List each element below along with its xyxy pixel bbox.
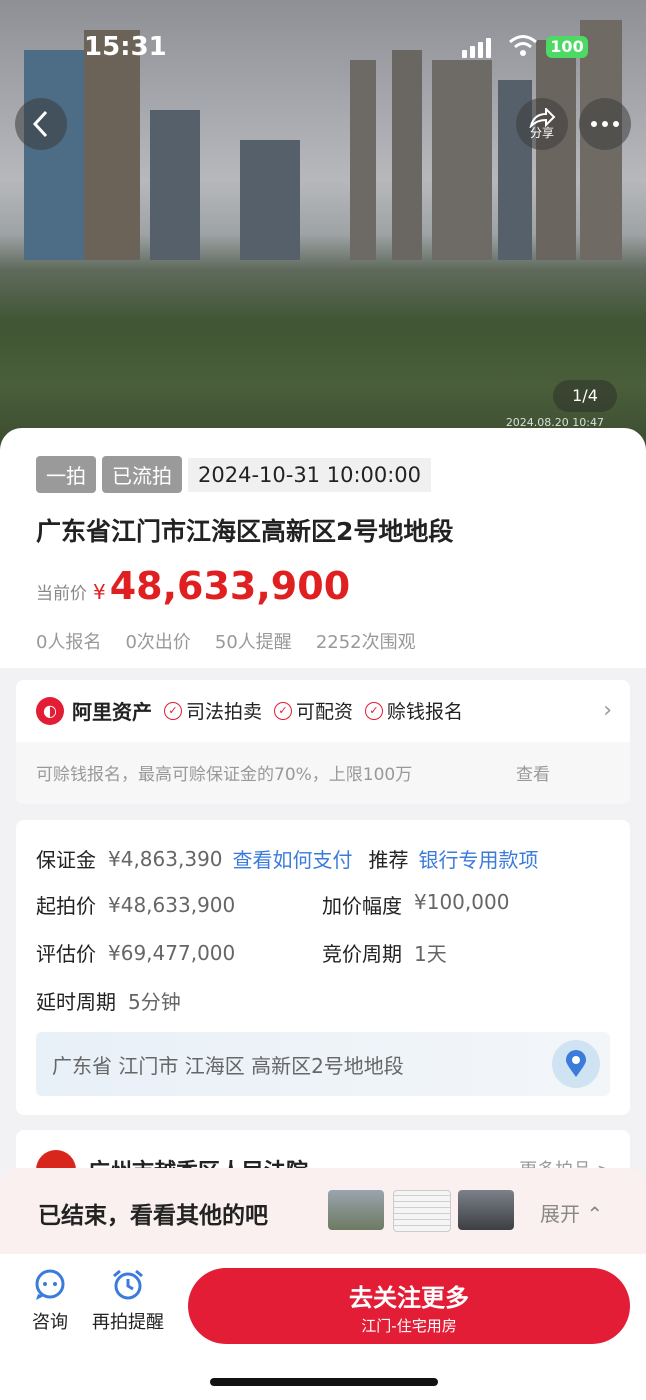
consult-button[interactable]: 咨询 [32,1268,68,1334]
badge-judicial-label: 司法拍卖 [186,701,263,723]
back-button[interactable] [15,98,67,150]
remind-button[interactable]: 再拍提醒 [92,1268,164,1334]
badge-financing-label: 可配资 [296,701,354,723]
stat-views: 2252次围观 [315,632,416,653]
chevron-up-icon: ⌃ [586,1202,604,1226]
auction-summary: 一拍 已流拍 2024-10-31 10:00:00 广东省江门市江海区高新区2… [0,428,646,668]
chevron-left-icon [32,110,48,138]
follow-more-button[interactable]: 去关注更多 江门-住宅用房 [188,1268,630,1344]
auction-info-card: 保证金 ¥4,863,390 查看如何支付 推荐 银行专用款项 起拍价 ¥48,… [16,820,630,1115]
more-button[interactable] [579,98,631,150]
remind-label: 再拍提醒 [92,1312,164,1333]
cta-sub-label: 江门-住宅用房 [361,1317,457,1335]
current-price: 48,633,900 [109,564,351,608]
ended-banner[interactable]: 已结束，看看其他的吧 展开 ⌃ [0,1168,646,1254]
delay-value: 5分钟 [128,990,181,1014]
address-text: 广东省 江门市 江海区 高新区2号地地段 [52,1054,404,1078]
more-dots-icon [591,121,619,127]
signal-icon [462,38,491,58]
map-pin-icon[interactable] [552,1040,600,1088]
increment-value: ¥100,000 [414,890,510,914]
image-pager: 1/4 [553,380,617,412]
share-icon [529,108,556,128]
start-price-value: ¥48,633,900 [108,892,236,917]
round-tag: 一拍 [36,456,96,493]
check-circle-icon: ✓ [274,701,293,720]
delay-label: 延时周期 [36,990,116,1014]
badge-credit: ✓ 赊钱报名 [365,697,463,724]
how-to-pay-link[interactable]: 查看如何支付 [233,844,353,873]
stat-reminders: 50人提醒 [214,632,292,653]
increment-label: 加价幅度 [322,894,402,918]
cycle-label: 竞价周期 [322,942,402,966]
ali-logo-icon: ◐ [36,696,64,725]
badge-judicial: ✓ 司法拍卖 [164,697,262,724]
check-circle-icon: ✓ [365,701,384,720]
currency-symbol: ¥ [93,580,106,604]
wifi-icon [509,35,537,56]
auction-title: 广东省江门市江海区高新区2号地地段 [36,517,454,546]
consult-label: 咨询 [32,1312,68,1333]
thumbnail-2[interactable] [393,1190,451,1232]
hero-photo[interactable]: 15:31 100 分享 1/4 2024.08.20 10:47 [0,0,646,450]
recommend-label: 推荐 [368,848,409,872]
home-indicator[interactable] [210,1378,438,1386]
ali-brand: 阿里资产 [72,700,152,724]
status-bar: 15:31 100 [0,32,646,66]
check-circle-icon: ✓ [164,701,182,720]
cta-main-label: 去关注更多 [349,1284,469,1312]
cycle-value: 1天 [414,942,447,966]
share-button[interactable]: 分享 [516,98,568,150]
ended-text: 已结束，看看其他的吧 [38,1203,268,1229]
alarm-clock-icon [113,1269,143,1300]
view-link[interactable]: 查看 [516,760,550,785]
status-time: 15:31 [84,32,167,62]
expand-label: 展开 [540,1202,580,1226]
status-tag: 已流拍 [102,456,182,493]
auction-stats: 0人报名 0次出价 50人提醒 2252次围观 [36,628,416,654]
price-label: 当前价 [36,584,87,604]
stat-signups: 0人报名 [36,632,102,653]
credit-signup-text: 可赊钱报名，最高可赊保证金的70%，上限100万 [36,765,413,785]
appraisal-label: 评估价 [36,942,96,966]
deposit-value: ¥4,863,390 [108,846,223,871]
expand-button[interactable]: 展开 ⌃ [540,1198,603,1227]
share-label: 分享 [529,126,554,140]
chevron-right-icon[interactable]: › [603,698,612,723]
bottom-action-bar: 咨询 再拍提醒 去关注更多 江门-住宅用房 [0,1254,646,1400]
bank-account-link[interactable]: 银行专用款项 [419,844,539,873]
badge-financing: ✓ 可配资 [274,697,353,724]
start-price-label: 起拍价 [36,894,96,918]
deposit-label: 保证金 [36,848,96,872]
stat-bids: 0次出价 [125,632,191,653]
badge-credit-label: 赊钱报名 [387,701,464,723]
ali-assets-card[interactable]: ◐ 阿里资产 ✓ 司法拍卖 ✓ 可配资 ✓ 赊钱报名 › 可赊钱报名，最高可赊保证金的… [16,680,630,804]
thumbnail-1[interactable] [328,1190,384,1230]
thumbnail-3[interactable] [458,1190,514,1230]
battery-indicator: 100 [546,36,588,58]
auction-datetime: 2024-10-31 10:00:00 [188,457,432,492]
appraisal-value: ¥69,477,000 [108,940,236,965]
chat-icon [35,1269,65,1300]
address-bar[interactable]: 广东省 江门市 江海区 高新区2号地地段 [36,1032,610,1096]
